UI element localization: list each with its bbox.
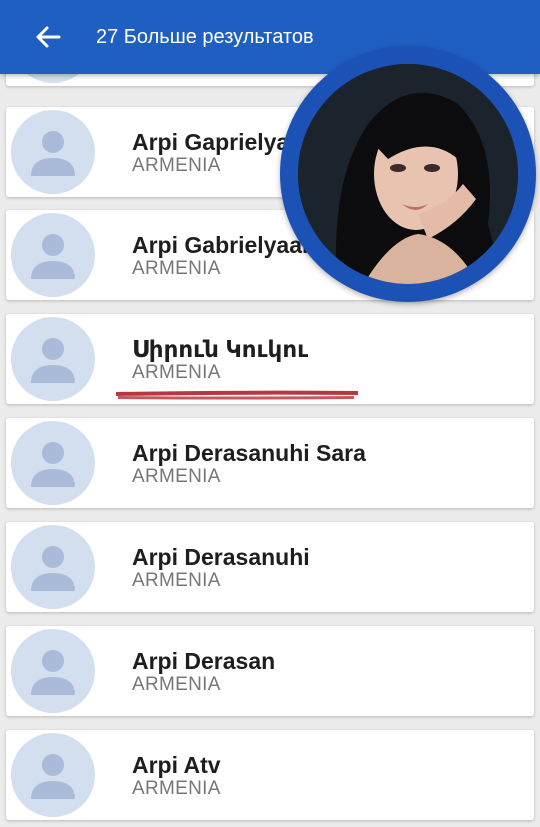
page-title: 27 Больше результатов xyxy=(96,26,314,48)
avatar xyxy=(11,110,95,194)
result-country: ARMENIA xyxy=(132,362,221,383)
portrait-illustration xyxy=(298,64,518,284)
person-icon xyxy=(31,650,75,695)
portrait-image xyxy=(298,64,518,284)
result-country: ARMENIA xyxy=(132,155,221,176)
person-icon xyxy=(31,131,75,176)
result-country: ARMENIA xyxy=(132,674,221,695)
result-country: ARMENIA xyxy=(132,466,221,487)
result-card[interactable]: Arpi Derasanuhi Sara ARMENIA xyxy=(6,418,534,508)
person-icon xyxy=(31,442,75,487)
result-name: Սիրուն Կուկու xyxy=(132,336,309,362)
result-name: Arpi Atv xyxy=(132,752,221,778)
highlight-underline xyxy=(116,390,358,400)
result-card[interactable]: Arpi Atv ARMENIA xyxy=(6,730,534,820)
avatar xyxy=(11,317,95,401)
result-country: ARMENIA xyxy=(132,258,221,279)
arrow-left-icon xyxy=(36,26,61,48)
avatar xyxy=(11,421,95,505)
result-card[interactable]: Arpi Derasanuhi ARMENIA xyxy=(6,522,534,612)
result-name: Arpi Gabrielyaan xyxy=(132,232,317,258)
avatar xyxy=(11,525,95,609)
avatar xyxy=(11,213,95,297)
result-name: Arpi Derasanuhi xyxy=(132,544,310,570)
result-name: Arpi Derasanuhi Sara xyxy=(132,440,366,466)
person-icon xyxy=(31,234,75,279)
avatar xyxy=(11,733,95,817)
person-icon xyxy=(31,546,75,591)
result-card[interactable]: Arpi Derasan ARMENIA xyxy=(6,626,534,716)
result-country: ARMENIA xyxy=(132,778,221,799)
back-button[interactable] xyxy=(28,17,68,57)
person-icon xyxy=(31,338,75,383)
result-name: Arpi Derasan xyxy=(132,648,276,674)
result-country: ARMENIA xyxy=(132,570,221,591)
person-icon xyxy=(31,754,75,799)
profile-photo xyxy=(280,46,536,302)
avatar xyxy=(11,629,95,713)
result-name: Arpi Gaprielyan xyxy=(132,129,304,155)
